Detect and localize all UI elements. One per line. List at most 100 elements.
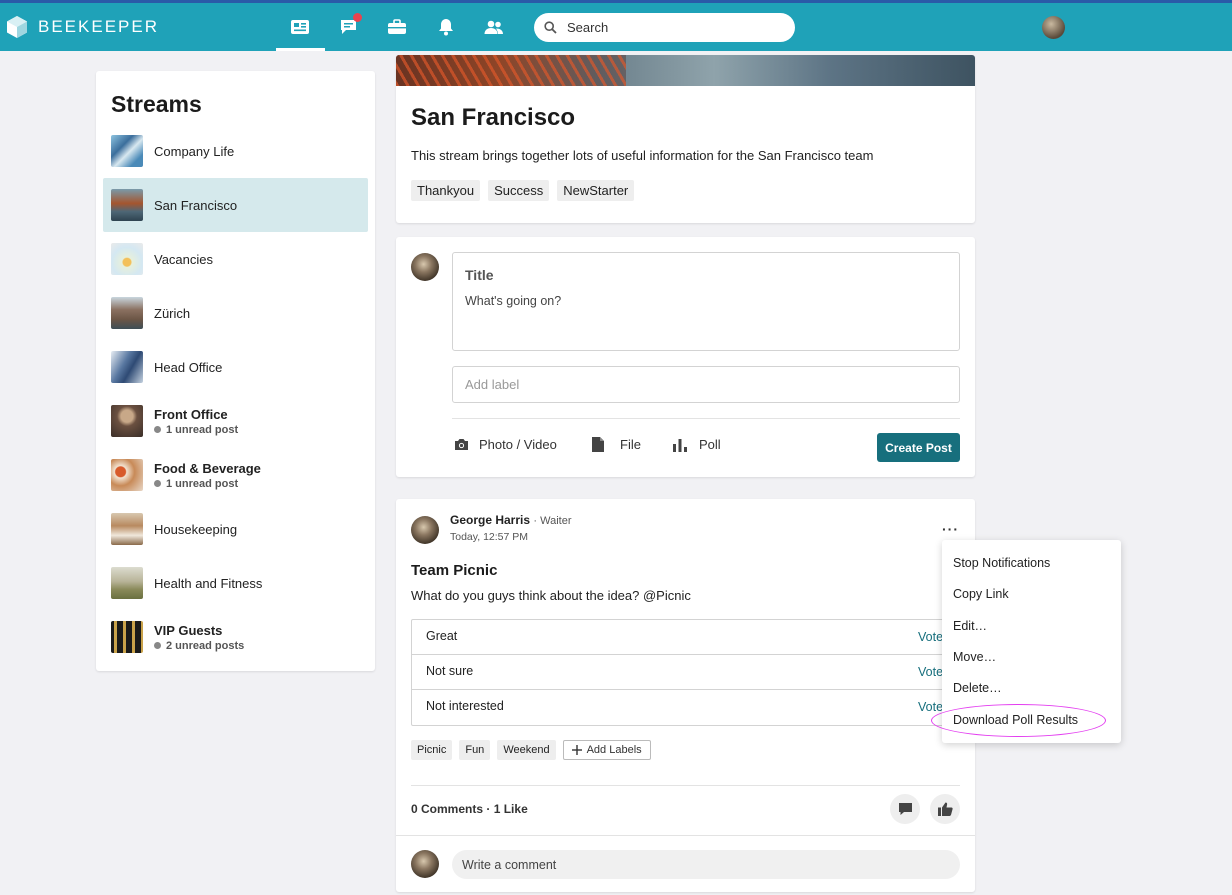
post-author[interactable]: George Harris · Waiter — [450, 513, 572, 527]
poll-button[interactable]: Poll — [673, 437, 721, 452]
stream-thumbnail — [111, 243, 143, 275]
stream-item-vip-guests[interactable]: VIP Guests 2 unread posts — [103, 610, 368, 664]
vote-button[interactable]: Vote — [918, 630, 943, 644]
post-body: What do you guys think about the idea? @… — [411, 588, 691, 603]
photo-video-label: Photo / Video — [479, 437, 557, 452]
post-stats: 0 Comments · 1 Like — [411, 802, 528, 816]
search-bar[interactable] — [534, 13, 795, 42]
photo-video-button[interactable]: Photo / Video — [454, 437, 557, 452]
nav-chat-icon[interactable] — [336, 13, 362, 39]
unread-count: 2 unread posts — [166, 639, 245, 652]
post-divider — [411, 785, 960, 786]
comment-input[interactable] — [452, 850, 960, 879]
comment-icon — [898, 803, 912, 815]
stream-item-vacancies[interactable]: Vacancies — [103, 232, 368, 286]
unread-count: 1 unread post — [166, 477, 239, 490]
nav-notifications-icon[interactable] — [433, 15, 459, 39]
comment-divider — [396, 835, 975, 836]
create-post-button[interactable]: Create Post — [877, 433, 960, 462]
unread-indicator: 1 unread post — [154, 424, 238, 436]
author-avatar[interactable] — [411, 516, 439, 544]
user-avatar[interactable] — [1042, 16, 1065, 39]
stream-tag[interactable]: Success — [488, 180, 550, 201]
stream-thumbnail — [111, 459, 143, 491]
stream-item-front-office[interactable]: Front Office 1 unread post — [103, 394, 368, 448]
poll-option-label: Not sure — [426, 664, 474, 678]
poll-option-label: Great — [426, 629, 458, 643]
stream-name: Front Office — [154, 406, 228, 422]
composer-divider — [452, 418, 960, 419]
post-tag[interactable]: Picnic — [411, 740, 453, 760]
stream-thumbnail — [111, 297, 143, 329]
post-tag[interactable]: Weekend — [497, 740, 556, 760]
stream-thumbnail — [111, 513, 143, 545]
stream-header-card: San Francisco This stream brings togethe… — [396, 55, 975, 223]
compose-body-field[interactable]: What's going on? — [465, 294, 561, 308]
likes-count[interactable]: 1 Like — [494, 802, 528, 816]
stream-tags: Thankyou Success NewStarter — [411, 180, 635, 201]
stream-tag[interactable]: NewStarter — [557, 180, 635, 201]
file-label: File — [620, 437, 641, 452]
menu-item-copy-link[interactable]: Copy Link — [953, 587, 1009, 601]
menu-item-stop-notifications[interactable]: Stop Notifications — [953, 556, 1050, 570]
stream-name: Zürich — [154, 305, 191, 321]
menu-item-move[interactable]: Move… — [953, 650, 996, 664]
menu-item-delete[interactable]: Delete… — [953, 681, 1002, 695]
stream-thumbnail — [111, 567, 143, 599]
stream-item-health-fitness[interactable]: Health and Fitness — [103, 556, 368, 610]
stream-item-food-beverage[interactable]: Food & Beverage 1 unread post — [103, 448, 368, 502]
nav-toolbox-icon[interactable] — [384, 15, 410, 39]
stream-name: Company Life — [154, 143, 235, 159]
post-more-button[interactable]: ··· — [942, 521, 959, 537]
stream-banner-image — [396, 55, 975, 86]
stream-item-housekeeping[interactable]: Housekeeping — [103, 502, 368, 556]
stream-name: VIP Guests — [154, 622, 223, 638]
add-labels-label: Add Labels — [586, 744, 642, 756]
add-label-input[interactable] — [452, 366, 960, 403]
stream-item-company-life[interactable]: Company Life — [103, 124, 368, 178]
stream-description: This stream brings together lots of usef… — [411, 148, 874, 163]
compose-box[interactable]: Title What's going on? — [452, 252, 960, 351]
menu-item-edit[interactable]: Edit… — [953, 619, 987, 633]
like-button[interactable] — [930, 794, 960, 824]
commenter-avatar — [411, 850, 439, 878]
stream-tag[interactable]: Thankyou — [411, 180, 481, 201]
add-labels-button[interactable]: Add Labels — [562, 740, 651, 760]
poll-option: Not interested Vote — [412, 690, 959, 725]
thumbs-up-icon — [937, 802, 953, 816]
logo[interactable]: BEEKEEPER — [6, 15, 159, 39]
nav-people-icon[interactable] — [481, 15, 507, 39]
unread-badge — [353, 13, 362, 22]
file-button[interactable]: File — [592, 437, 641, 452]
vote-button[interactable]: Vote — [918, 700, 943, 714]
comment-button[interactable] — [890, 794, 920, 824]
nav-streams-icon[interactable] — [287, 15, 313, 39]
poll-label: Poll — [699, 437, 721, 452]
compose-title-field[interactable]: Title — [465, 267, 494, 283]
vote-button[interactable]: Vote — [918, 665, 943, 679]
stream-name: Health and Fitness — [154, 575, 263, 591]
stream-thumbnail — [111, 135, 143, 167]
stream-item-zurich[interactable]: Zürich — [103, 286, 368, 340]
stream-item-head-office[interactable]: Head Office — [103, 340, 368, 394]
stream-thumbnail — [111, 351, 143, 383]
post-title: Team Picnic — [411, 562, 498, 579]
stream-name: Food & Beverage — [154, 460, 261, 476]
post-tag[interactable]: Fun — [459, 740, 491, 760]
poll-option: Not sure Vote — [412, 655, 959, 690]
streams-title: Streams — [111, 91, 202, 117]
unread-indicator: 1 unread post — [154, 478, 261, 490]
author-name[interactable]: George Harris — [450, 513, 530, 527]
search-input[interactable] — [567, 20, 767, 35]
stream-item-san-francisco[interactable]: San Francisco — [103, 178, 368, 232]
search-icon — [544, 21, 557, 34]
post-timestamp: Today, 12:57 PM — [450, 531, 529, 543]
stream-name: San Francisco — [154, 197, 238, 213]
camera-icon — [455, 439, 468, 450]
stream-name: Vacancies — [154, 251, 214, 267]
unread-dot — [154, 426, 161, 433]
brand-name: BEEKEEPER — [38, 17, 159, 36]
comments-count[interactable]: 0 Comments — [411, 802, 483, 816]
beekeeper-logo-icon — [7, 16, 27, 38]
poll-option-label: Not interested — [426, 699, 504, 713]
